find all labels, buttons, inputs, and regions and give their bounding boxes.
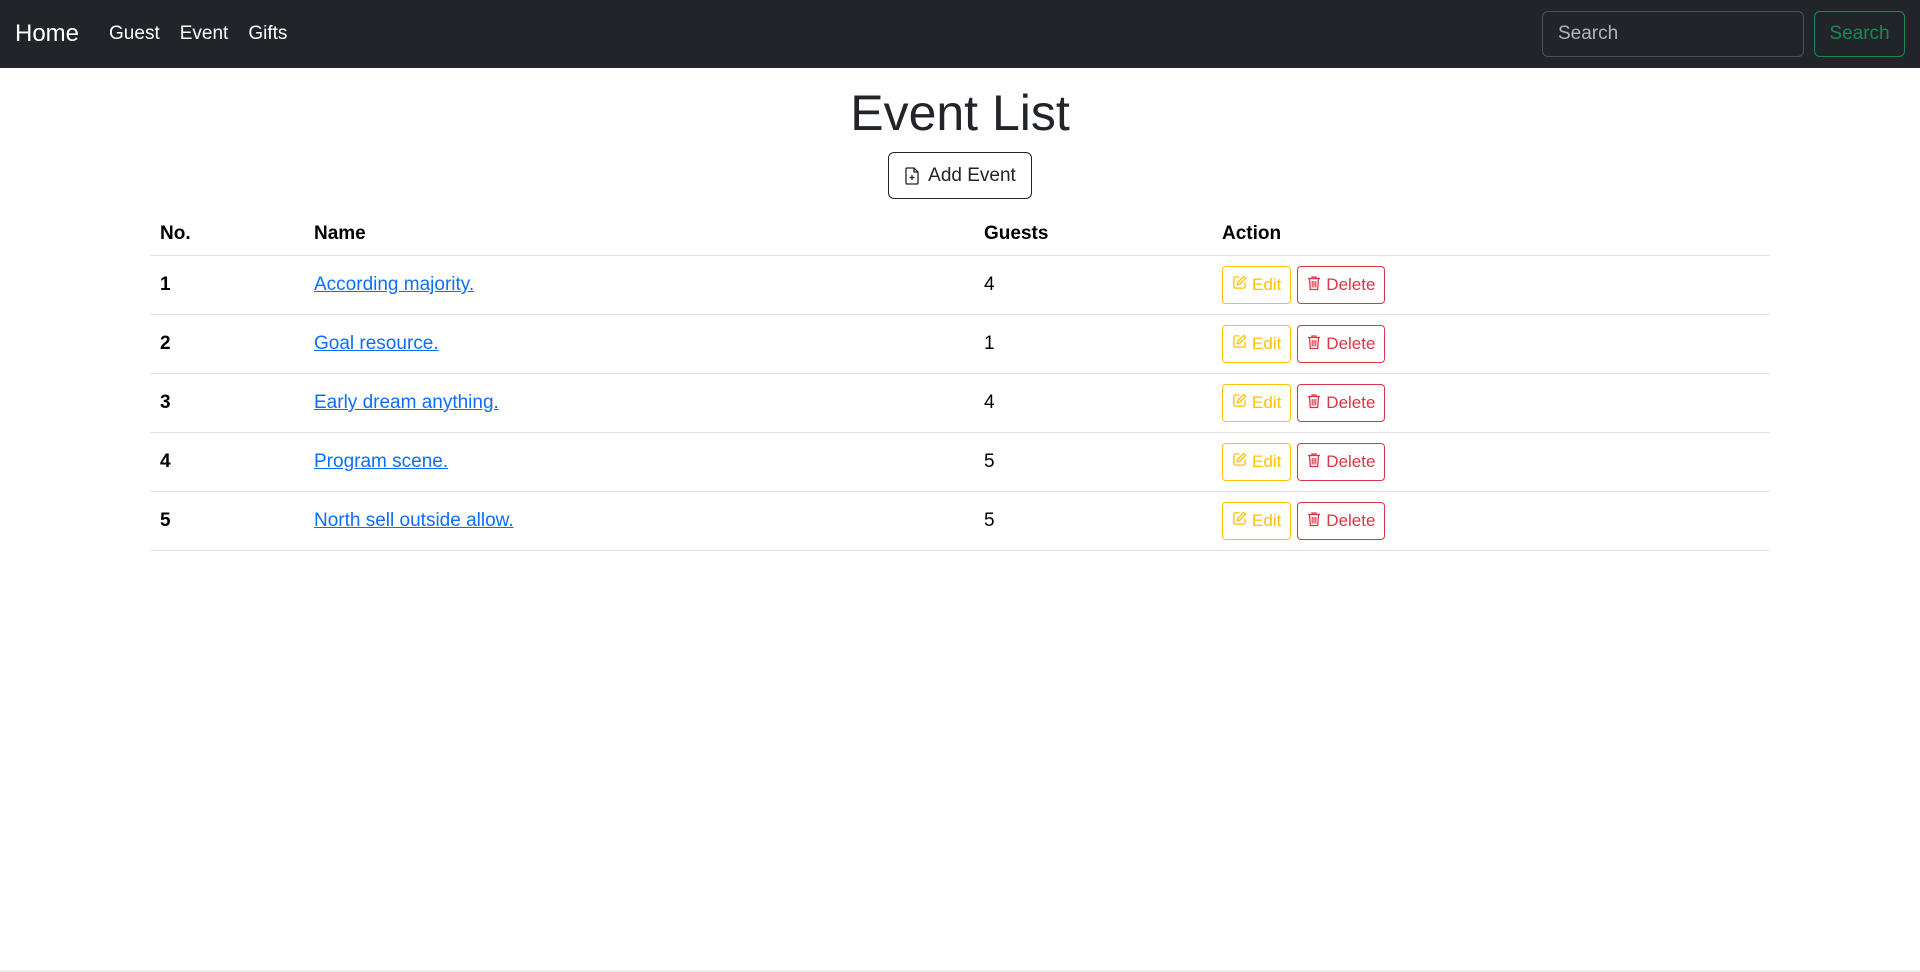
action-buttons: Edit Delete: [1222, 443, 1760, 481]
delete-button[interactable]: Delete: [1297, 443, 1386, 481]
event-name-link[interactable]: Goal resource.: [314, 333, 439, 354]
event-name-link[interactable]: According majority.: [314, 274, 474, 295]
search-input[interactable]: [1542, 11, 1804, 57]
table-header-row: No. Name Guests Action: [150, 213, 1770, 256]
event-name-link[interactable]: Early dream anything.: [314, 392, 499, 413]
row-actions: Edit Delete: [1212, 432, 1770, 492]
pencil-square-icon: [1232, 393, 1247, 413]
delete-label: Delete: [1326, 511, 1376, 530]
trash-icon: [1307, 452, 1321, 473]
nav-link-event[interactable]: Event: [180, 23, 229, 45]
row-number: 3: [150, 373, 304, 433]
trash-icon: [1307, 334, 1321, 355]
edit-label: Edit: [1252, 334, 1282, 353]
pencil-square-icon: [1232, 511, 1247, 531]
edit-label: Edit: [1252, 275, 1282, 294]
event-table-head: No. Name Guests Action: [150, 213, 1770, 256]
brand-home-link[interactable]: Home: [15, 20, 79, 48]
file-plus-icon: [904, 166, 920, 185]
delete-button[interactable]: Delete: [1297, 266, 1386, 304]
table-row: 1 According majority. 4 Edit Delete: [150, 255, 1770, 315]
row-number: 2: [150, 314, 304, 374]
pencil-square-icon: [1232, 452, 1247, 472]
row-guests: 5: [974, 432, 1212, 492]
header-no: No.: [150, 213, 304, 256]
table-row: 5 North sell outside allow. 5 Edit Delet…: [150, 491, 1770, 551]
delete-button[interactable]: Delete: [1297, 502, 1386, 540]
action-buttons: Edit Delete: [1222, 384, 1760, 422]
row-name-cell: North sell outside allow.: [304, 491, 974, 551]
pencil-square-icon: [1232, 275, 1247, 295]
row-number: 1: [150, 255, 304, 315]
event-table-body: 1 According majority. 4 Edit Delete 2 Go…: [150, 255, 1770, 551]
add-event-button[interactable]: Add Event: [888, 152, 1032, 199]
page-title: Event List: [850, 85, 1070, 141]
delete-label: Delete: [1326, 275, 1376, 294]
delete-label: Delete: [1326, 452, 1376, 471]
trash-icon: [1307, 511, 1321, 532]
row-name-cell: Program scene.: [304, 432, 974, 492]
event-table: No. Name Guests Action 1 According major…: [150, 213, 1770, 551]
table-row: 2 Goal resource. 1 Edit Delete: [150, 314, 1770, 374]
row-guests: 5: [974, 491, 1212, 551]
edit-label: Edit: [1252, 511, 1282, 530]
pencil-square-icon: [1232, 334, 1247, 354]
action-buttons: Edit Delete: [1222, 325, 1760, 363]
row-actions: Edit Delete: [1212, 314, 1770, 374]
delete-label: Delete: [1326, 334, 1376, 353]
header-guests: Guests: [974, 213, 1212, 256]
row-name-cell: Early dream anything.: [304, 373, 974, 433]
delete-label: Delete: [1326, 393, 1376, 412]
delete-button[interactable]: Delete: [1297, 384, 1386, 422]
edit-label: Edit: [1252, 452, 1282, 471]
table-row: 4 Program scene. 5 Edit Delete: [150, 432, 1770, 492]
event-name-link[interactable]: North sell outside allow.: [314, 510, 514, 531]
search-form: Search: [1542, 11, 1905, 57]
add-event-label: Add Event: [928, 164, 1016, 186]
row-name-cell: According majority.: [304, 255, 974, 315]
edit-button[interactable]: Edit: [1222, 266, 1292, 304]
header-name: Name: [304, 213, 974, 256]
row-guests: 1: [974, 314, 1212, 374]
row-guests: 4: [974, 373, 1212, 433]
nav-link-gifts[interactable]: Gifts: [248, 23, 287, 45]
action-buttons: Edit Delete: [1222, 502, 1760, 540]
row-guests: 4: [974, 255, 1212, 315]
edit-button[interactable]: Edit: [1222, 443, 1292, 481]
edit-button[interactable]: Edit: [1222, 502, 1292, 540]
search-button[interactable]: Search: [1814, 11, 1905, 57]
navbar: Home Guest Event Gifts Search: [0, 0, 1920, 68]
trash-icon: [1307, 275, 1321, 296]
table-row: 3 Early dream anything. 4 Edit Delete: [150, 373, 1770, 433]
action-buttons: Edit Delete: [1222, 266, 1760, 304]
main-content: Event List Add Event No. Name Guests Act…: [150, 83, 1770, 551]
row-actions: Edit Delete: [1212, 373, 1770, 433]
add-event-wrapper: Add Event: [150, 152, 1770, 199]
header-action: Action: [1212, 213, 1770, 256]
row-actions: Edit Delete: [1212, 255, 1770, 315]
row-actions: Edit Delete: [1212, 491, 1770, 551]
row-number: 4: [150, 432, 304, 492]
edit-button[interactable]: Edit: [1222, 325, 1292, 363]
edit-button[interactable]: Edit: [1222, 384, 1292, 422]
event-name-link[interactable]: Program scene.: [314, 451, 448, 472]
delete-button[interactable]: Delete: [1297, 325, 1386, 363]
row-number: 5: [150, 491, 304, 551]
trash-icon: [1307, 393, 1321, 414]
edit-label: Edit: [1252, 393, 1282, 412]
nav-link-guest[interactable]: Guest: [109, 23, 160, 45]
row-name-cell: Goal resource.: [304, 314, 974, 374]
nav-links: Guest Event Gifts: [109, 23, 287, 45]
